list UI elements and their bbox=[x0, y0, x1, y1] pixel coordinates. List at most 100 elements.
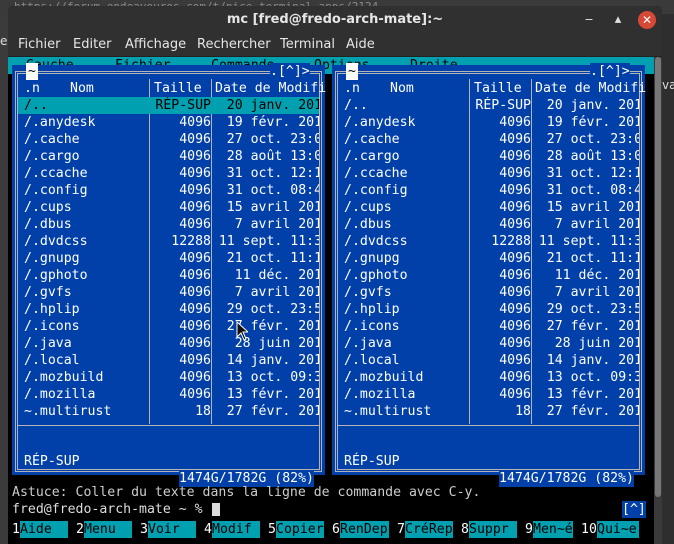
file-date: 7 avril 2018 bbox=[554, 217, 639, 232]
header-name[interactable]: Nom bbox=[390, 80, 414, 97]
header-date[interactable]: Date de Modifi bbox=[535, 80, 646, 97]
file-row[interactable]: /.local 4096 14 janv. 2019 bbox=[18, 352, 319, 369]
file-row[interactable]: /.cargo 4096 28 août 13:07 bbox=[338, 148, 639, 165]
background-right-text: va bbox=[662, 78, 674, 92]
file-row[interactable]: /.local 4096 14 janv. 2019 bbox=[338, 352, 639, 369]
hint-line: Astuce: Coller du texte dans la ligne de… bbox=[12, 485, 481, 500]
file-date: 11 sept. 11:38 bbox=[218, 234, 319, 249]
fkey-menu-button[interactable]: Menu bbox=[84, 521, 132, 538]
file-row[interactable]: ~.multirust 18 27 févr. 2018 bbox=[18, 403, 319, 420]
file-name: /.ccache bbox=[24, 166, 88, 181]
menu-fichier[interactable]: Fichier bbox=[18, 37, 61, 52]
file-row[interactable]: /.cups 4096 15 avril 2019 bbox=[18, 199, 319, 216]
command-prompt[interactable]: fred@fredo-arch-mate ~ % bbox=[12, 501, 203, 518]
file-row[interactable]: /.icons 4096 27 févr. 2018 bbox=[338, 318, 639, 335]
menu-editer[interactable]: Editer bbox=[73, 37, 112, 52]
file-size: 4096 bbox=[179, 166, 211, 181]
fkey-menr-button[interactable]: Men~ér bbox=[533, 521, 573, 538]
file-size: 4096 bbox=[499, 336, 531, 351]
panel-home-label[interactable]: ~ bbox=[26, 63, 38, 80]
file-row[interactable]: /.hplip 4096 29 oct. 23:54 bbox=[18, 301, 319, 318]
file-row[interactable]: /.gnupg 4096 21 oct. 11:18 bbox=[18, 250, 319, 267]
file-row[interactable]: /.. RÉP-SUP 20 janv. 2019 bbox=[18, 97, 319, 114]
file-row[interactable]: /.anydesk 4096 19 févr. 2019 bbox=[18, 114, 319, 131]
file-name: /.local bbox=[344, 353, 400, 368]
file-row[interactable]: /.cache 4096 27 oct. 23:08 bbox=[18, 131, 319, 148]
file-row[interactable]: /.hplip 4096 29 oct. 23:54 bbox=[338, 301, 639, 318]
background-right bbox=[660, 14, 674, 544]
file-row[interactable]: /.cargo 4096 28 août 13:07 bbox=[18, 148, 319, 165]
file-row[interactable]: /.. RÉP-SUP 20 janv. 2019 bbox=[338, 97, 639, 114]
minimize-button[interactable]: ‒ bbox=[580, 11, 598, 29]
header-date[interactable]: Date de Modifi bbox=[215, 80, 326, 97]
fkey-quier-button[interactable]: Qui~er bbox=[597, 521, 639, 538]
fkey-modif-button[interactable]: Modif bbox=[212, 521, 260, 538]
file-date: 27 févr. 2018 bbox=[226, 404, 319, 419]
file-row[interactable]: /.mozilla 4096 13 févr. 2019 bbox=[18, 386, 319, 403]
file-size: 4096 bbox=[179, 183, 211, 198]
menu-rechercher[interactable]: Rechercher bbox=[197, 37, 271, 52]
terminal-area[interactable]: Gauche Fichier Commande Options Droite ~… bbox=[8, 57, 654, 544]
file-row[interactable]: /.icons 4096 27 févr. 2018 bbox=[18, 318, 319, 335]
file-row[interactable]: /.dvdcss 12288 11 sept. 11:38 bbox=[338, 233, 639, 250]
menu-affichage[interactable]: Affichage bbox=[125, 37, 186, 52]
header-size[interactable]: Taille bbox=[474, 80, 522, 97]
file-size: 4096 bbox=[179, 319, 211, 334]
file-row[interactable]: /.gvfs 4096 7 avril 2018 bbox=[18, 284, 319, 301]
title-bar[interactable]: mc [fred@fredo-arch-mate]:~ ‒ ▴ ✕ bbox=[8, 6, 662, 34]
file-row[interactable]: /.mozbuild 4096 13 oct. 09:34 bbox=[18, 369, 319, 386]
fkey-number: 2 bbox=[76, 522, 84, 537]
file-row[interactable]: /.gphoto 4096 11 déc. 2018 bbox=[18, 267, 319, 284]
close-button[interactable]: ✕ bbox=[638, 11, 656, 29]
fkey-rendep-button[interactable]: RenDep bbox=[340, 521, 389, 538]
maximize-button[interactable]: ▴ bbox=[609, 11, 627, 29]
file-row[interactable]: /.dbus 4096 7 avril 2018 bbox=[338, 216, 639, 233]
panel-home-label[interactable]: ~ bbox=[346, 63, 358, 80]
fkey-crrep-button[interactable]: CréRep bbox=[405, 521, 453, 538]
file-row[interactable]: /.config 4096 31 oct. 08:42 bbox=[338, 182, 639, 199]
file-row[interactable]: /.ccache 4096 31 oct. 12:17 bbox=[18, 165, 319, 182]
file-row[interactable]: /.cups 4096 15 avril 2019 bbox=[338, 199, 639, 216]
header-size[interactable]: Taille bbox=[154, 80, 202, 97]
file-row[interactable]: /.dvdcss 12288 11 sept. 11:38 bbox=[18, 233, 319, 250]
file-row[interactable]: /.java 4096 28 juin 2018 bbox=[18, 335, 319, 352]
file-date: 29 oct. 23:54 bbox=[226, 302, 319, 317]
panel-sort-controls[interactable]: .[^]> bbox=[270, 63, 310, 80]
file-name: /.java bbox=[24, 336, 72, 351]
scrollbar-thumb[interactable] bbox=[655, 57, 661, 497]
menu-terminal[interactable]: Terminal bbox=[280, 37, 335, 52]
file-name: /.hplip bbox=[344, 302, 400, 317]
file-row[interactable]: /.cache 4096 27 oct. 23:08 bbox=[338, 131, 639, 148]
file-row[interactable]: /.config 4096 31 oct. 08:42 bbox=[18, 182, 319, 199]
file-date: 27 oct. 23:08 bbox=[546, 132, 639, 147]
menu-aide[interactable]: Aide bbox=[346, 37, 375, 52]
file-row[interactable]: /.ccache 4096 31 oct. 12:17 bbox=[338, 165, 639, 182]
fkey-suppr-button[interactable]: Suppr bbox=[469, 521, 517, 538]
panel-divider bbox=[17, 425, 319, 426]
fkey-voir-button[interactable]: Voir bbox=[148, 521, 196, 538]
file-row[interactable]: /.gnupg 4096 21 oct. 11:18 bbox=[338, 250, 639, 267]
left-panel[interactable]: ~ .[^]> .n Nom Taille Date de Modifi /.. RÉP-SU… bbox=[12, 63, 326, 487]
header-sort[interactable]: .n bbox=[24, 80, 40, 97]
file-row[interactable]: /.gphoto 4096 11 déc. 2018 bbox=[338, 267, 639, 284]
fkey-aide-button[interactable]: Aide bbox=[20, 521, 68, 538]
file-row[interactable]: /.anydesk 4096 19 févr. 2019 bbox=[338, 114, 639, 131]
file-date: 13 févr. 2019 bbox=[546, 387, 639, 402]
panel-sort-controls[interactable]: .[^]> bbox=[590, 63, 630, 80]
file-row[interactable]: /.dbus 4096 7 avril 2018 bbox=[18, 216, 319, 233]
file-row[interactable]: /.mozilla 4096 13 févr. 2019 bbox=[338, 386, 639, 403]
fkey-copier-button[interactable]: Copier bbox=[276, 521, 324, 538]
file-row[interactable]: /.mozbuild 4096 13 oct. 09:34 bbox=[338, 369, 639, 386]
file-name: /.config bbox=[344, 183, 408, 198]
file-name: /.gnupg bbox=[24, 251, 80, 266]
file-row[interactable]: /.gvfs 4096 7 avril 2018 bbox=[338, 284, 639, 301]
header-name[interactable]: Nom bbox=[70, 80, 94, 97]
file-size: 12288 bbox=[491, 234, 531, 249]
header-sort[interactable]: .n bbox=[344, 80, 360, 97]
file-name: /.mozbuild bbox=[344, 370, 424, 385]
file-size: 4096 bbox=[179, 115, 211, 130]
file-row[interactable]: ~.multirust 18 27 févr. 2018 bbox=[338, 403, 639, 420]
right-panel[interactable]: ~ .[^]> .n Nom Taille Date de Modifi /.. RÉP-SU… bbox=[332, 63, 646, 487]
scrollbar[interactable] bbox=[654, 57, 662, 544]
file-row[interactable]: /.java 4096 28 juin 2018 bbox=[338, 335, 639, 352]
